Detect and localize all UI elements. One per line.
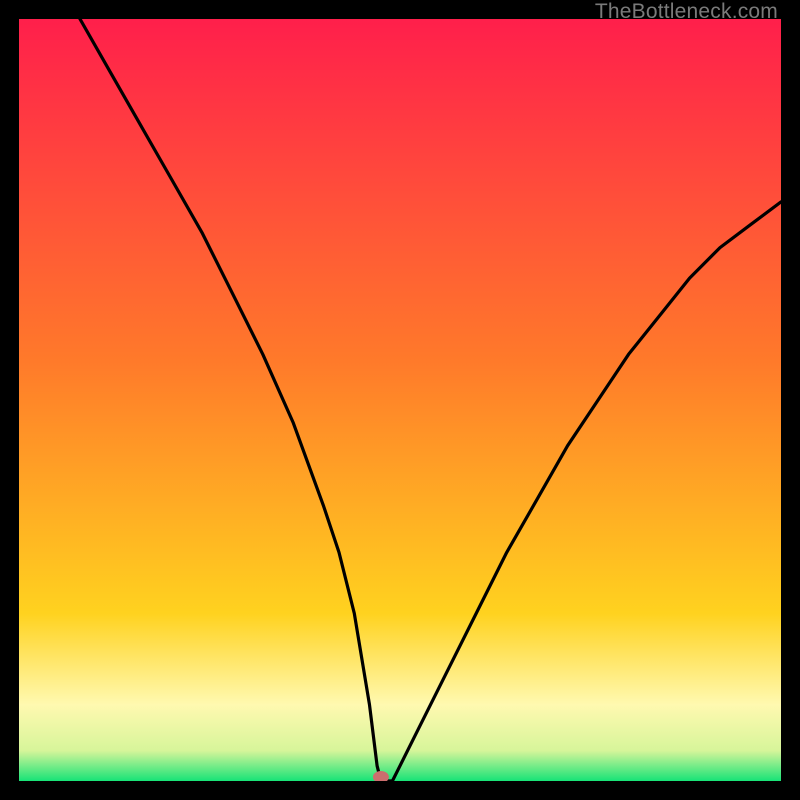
gradient-bg (19, 19, 781, 781)
chart-frame (19, 19, 781, 781)
chart-svg (19, 19, 781, 781)
watermark-text: TheBottleneck.com (595, 0, 778, 24)
